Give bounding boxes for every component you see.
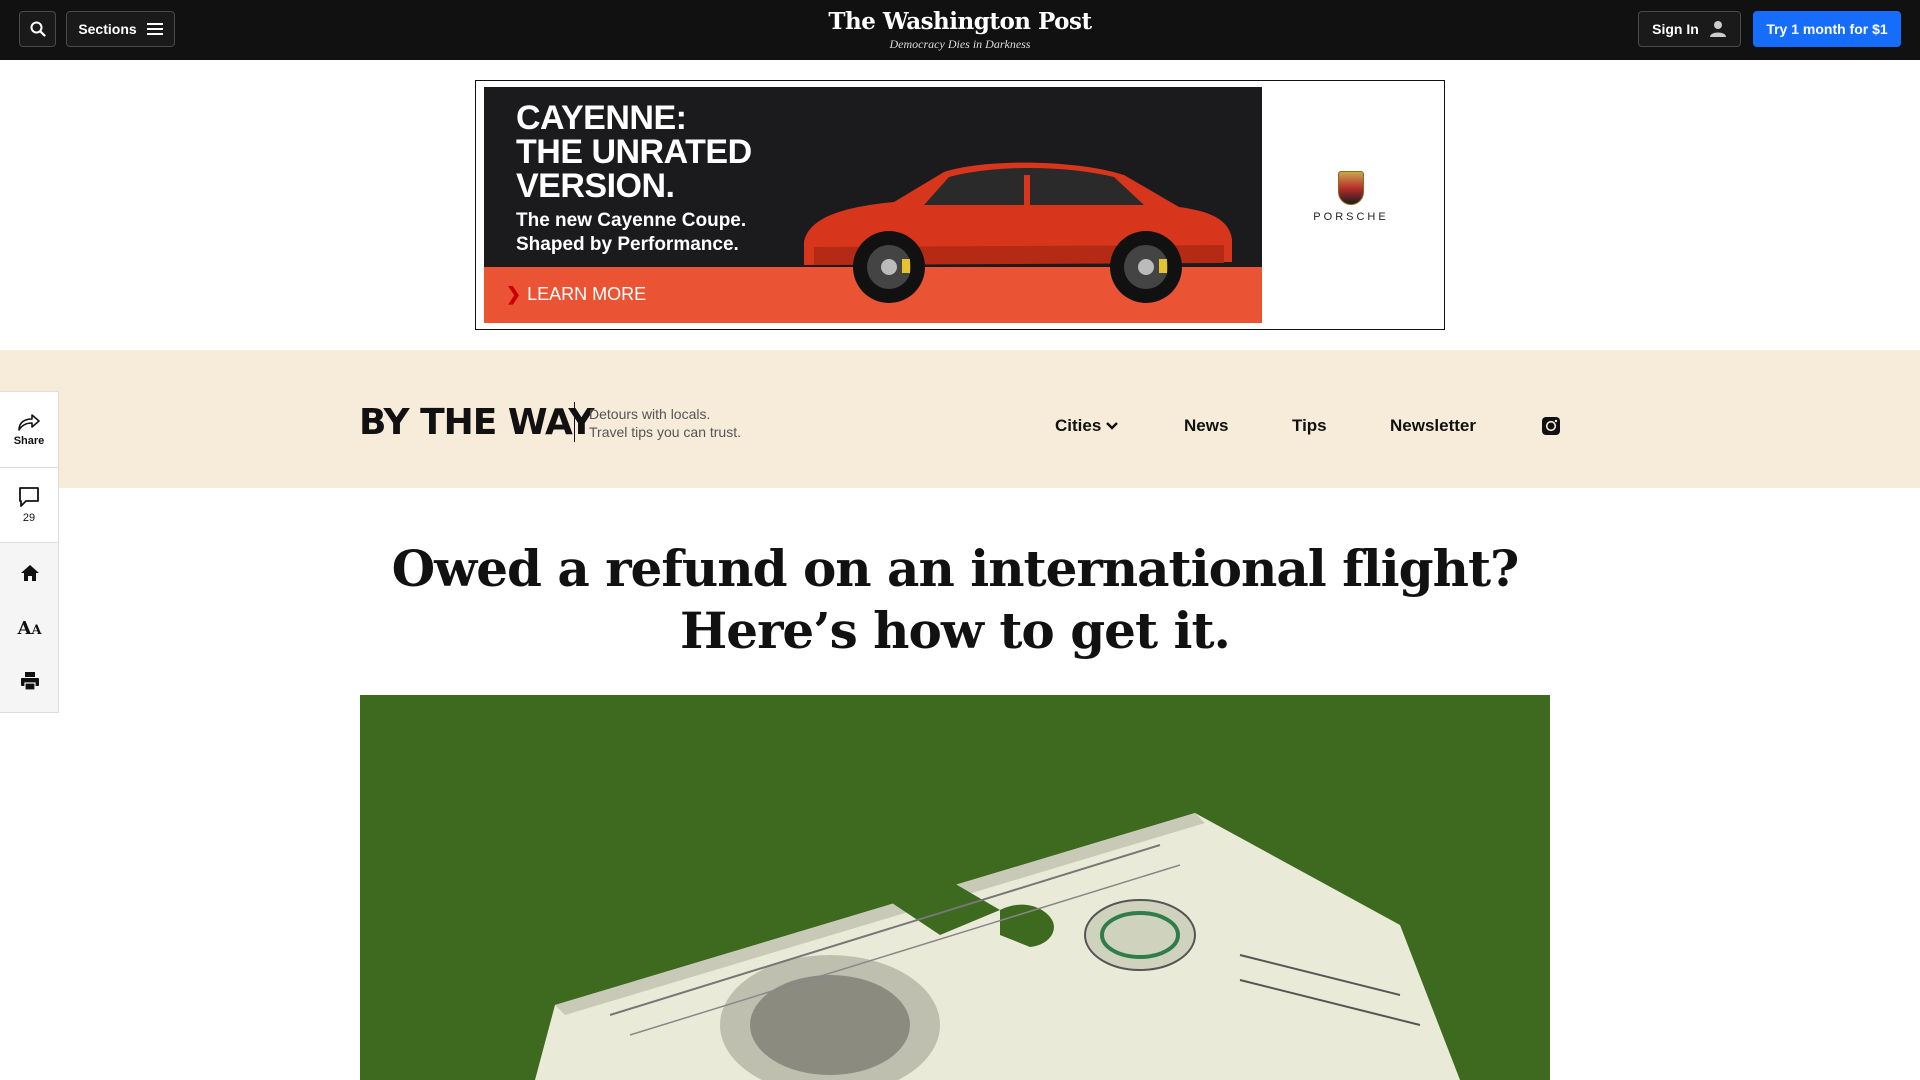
top-nav-bar: Sections The Washington Post Democracy D… <box>0 0 1920 60</box>
section-description: Detours with locals. Travel tips you can… <box>589 406 741 440</box>
ad-headline: CAYENNE: THE UNRATED VERSION. <box>516 99 752 205</box>
chevron-down-icon <box>1106 422 1119 430</box>
masthead-logo[interactable]: The Washington Post <box>0 8 1920 35</box>
rail-tools: AA <box>0 543 59 713</box>
ad-learn-more-link[interactable]: ❯ LEARN MORE <box>506 284 646 305</box>
nav-cities-label: Cities <box>1055 416 1102 435</box>
comments-count: 29 <box>22 512 36 524</box>
nav-cities[interactable]: Cities <box>1055 416 1119 436</box>
text-size-icon: AA <box>17 617 42 639</box>
porsche-logo: PORSCHE <box>1276 171 1426 223</box>
nav-tips[interactable]: Tips <box>1292 416 1327 436</box>
ad-cta-label: LEARN MORE <box>527 284 647 304</box>
nav-newsletter[interactable]: Newsletter <box>1390 416 1476 436</box>
print-button[interactable] <box>0 661 59 701</box>
by-the-way-logo[interactable]: BY THE WAY <box>359 402 594 443</box>
car-image <box>804 162 1232 303</box>
ad-creative[interactable]: CAYENNE: THE UNRATED VERSION. The new Ca… <box>484 87 1262 323</box>
porsche-wordmark: PORSCHE <box>1313 211 1389 223</box>
user-icon <box>1709 21 1726 37</box>
sign-in-button[interactable]: Sign In <box>1638 11 1741 47</box>
comment-icon <box>19 487 39 507</box>
ad-subline: The new Cayenne Coupe. Shaped by Perform… <box>516 210 747 255</box>
share-label: Share <box>13 434 45 447</box>
print-icon <box>20 672 39 691</box>
section-header-band <box>0 350 1920 488</box>
nav-news[interactable]: News <box>1184 416 1228 436</box>
sign-in-label: Sign In <box>1652 21 1699 37</box>
home-button[interactable] <box>0 553 59 593</box>
subscribe-button[interactable]: Try 1 month for $1 <box>1753 11 1901 47</box>
chevron-right-icon: ❯ <box>506 284 522 304</box>
masthead[interactable]: The Washington Post Democracy Dies in Da… <box>0 8 1920 52</box>
share-button[interactable]: Share <box>0 391 59 468</box>
section-header-divider <box>574 402 575 442</box>
share-icon <box>18 413 40 431</box>
article-headline: Owed a refund on an international flight… <box>391 539 1520 660</box>
comments-button[interactable]: 29 <box>0 468 59 543</box>
masthead-tagline: Democracy Dies in Darkness <box>889 37 1031 51</box>
porsche-crest-icon <box>1338 171 1364 205</box>
home-icon <box>20 565 39 581</box>
text-size-button[interactable]: AA <box>0 608 59 648</box>
hero-image <box>360 695 1550 1080</box>
dollar-puzzle-illustration <box>535 813 1460 1080</box>
instagram-icon[interactable] <box>1542 417 1560 435</box>
ad-banner[interactable]: CAYENNE: THE UNRATED VERSION. The new Ca… <box>475 80 1445 330</box>
